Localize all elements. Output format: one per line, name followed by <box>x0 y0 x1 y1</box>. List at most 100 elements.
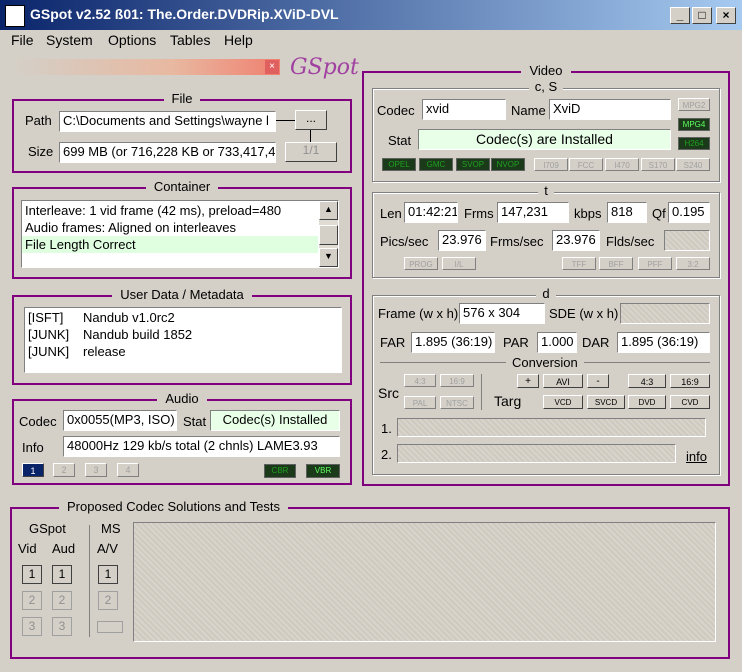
aud-test-2[interactable]: 2 <box>52 591 72 610</box>
info-link[interactable]: info <box>686 449 707 464</box>
gspot-col-label: GSpot <box>29 521 66 536</box>
targ-43-button[interactable]: 4:3 <box>628 374 666 388</box>
menu-system[interactable]: System <box>46 32 93 48</box>
metadata-value: Nandub v1.0rc2 <box>83 310 175 325</box>
container-frame-title: Container <box>145 179 219 194</box>
connector-line-v <box>310 130 311 142</box>
pff-indicator: PFF <box>638 257 672 270</box>
src-169-button[interactable]: 16:9 <box>440 374 474 387</box>
menu-options[interactable]: Options <box>108 32 156 48</box>
logo-strip <box>12 59 280 75</box>
column-divider <box>89 525 90 637</box>
video-name-label: Name <box>511 103 546 118</box>
size-field: 699 MB (or 716,228 KB or 733,417,47 <box>59 142 276 163</box>
targ-dvd-button[interactable]: DVD <box>628 395 666 409</box>
tff-indicator: TFF <box>562 257 596 270</box>
vid-test-2[interactable]: 2 <box>22 591 42 610</box>
vid-test-3[interactable]: 3 <box>22 617 42 636</box>
gspot-logo: GSpot <box>290 55 359 80</box>
cs-subframe-title: c, S <box>528 79 564 94</box>
path-field[interactable]: C:\Documents and Settings\wayne l <box>59 111 276 132</box>
av-test-2[interactable]: 2 <box>98 591 118 610</box>
conversion-line-1 <box>397 418 706 437</box>
targ-169-button[interactable]: 16:9 <box>670 374 710 388</box>
fmt-h264: H264 <box>678 137 710 150</box>
targ-vcd-button[interactable]: VCD <box>543 395 583 409</box>
fmt-mpg4: MPG4 <box>678 118 710 131</box>
audio-frame-title: Audio <box>157 391 207 406</box>
bff-indicator: BFF <box>599 257 633 270</box>
video-codec-field: xvid <box>422 99 506 120</box>
pics-sec-field: 23.976 <box>438 230 486 251</box>
scroll-up-icon[interactable]: ▲ <box>319 201 338 220</box>
prog-indicator: PROG <box>404 257 438 270</box>
aud-col-label: Aud <box>52 541 76 556</box>
menu-file[interactable]: File <box>11 32 34 48</box>
src-ntsc-button[interactable]: NTSC <box>440 396 474 409</box>
browse-button[interactable]: ... <box>295 110 327 130</box>
scrollbar[interactable]: ▲ ▼ <box>319 201 338 267</box>
audio-stat-field: Codec(s) Installed <box>210 410 340 431</box>
menu-tables[interactable]: Tables <box>170 32 210 48</box>
cbr-indicator: CBR <box>264 464 296 478</box>
targ-plus-button[interactable]: + <box>517 374 539 388</box>
scroll-down-icon[interactable]: ▼ <box>319 248 338 267</box>
sde-label: SDE (w x h) <box>549 306 619 321</box>
conversion-line-2-label: 2. <box>381 447 392 462</box>
av-test-1[interactable]: 1 <box>98 565 118 584</box>
audio-stream-1[interactable]: 1 <box>22 463 44 477</box>
audio-info-field: 48000Hz 129 kb/s total (2 chnls) LAME3.9… <box>63 436 340 457</box>
aud-test-1[interactable]: 1 <box>52 565 72 584</box>
targ-minus-button[interactable]: - <box>587 374 609 388</box>
close-button[interactable]: × <box>716 7 736 24</box>
maximize-button[interactable]: □ <box>692 7 712 24</box>
flag-nvop: NVOP <box>491 158 525 171</box>
container-list[interactable]: Interleave: 1 vid frame (42 ms), preload… <box>21 200 339 268</box>
video-stat-label: Stat <box>388 133 412 148</box>
src-pal-button[interactable]: PAL <box>404 396 436 409</box>
metadata-list[interactable]: [ISFT] Nandub v1.0rc2 [JUNK] Nandub buil… <box>24 307 342 373</box>
frame-size-label: Frame (w x h) <box>378 306 459 321</box>
dar-field: 1.895 (36:19) <box>617 332 710 353</box>
video-stat-field: Codec(s) are Installed <box>418 129 671 150</box>
dar-label: DAR <box>582 335 610 350</box>
targ-cvd-button[interactable]: CVD <box>670 395 710 409</box>
aud-test-3[interactable]: 3 <box>52 617 72 636</box>
audio-stream-2[interactable]: 2 <box>53 463 75 477</box>
av-col-label: A/V <box>97 541 118 556</box>
src-43-button[interactable]: 4:3 <box>404 374 436 387</box>
audio-codec-label: Codec <box>19 414 57 429</box>
title-bar[interactable]: GSpot v2.52 ß01: The.Order.DVDRip.XViD-D… <box>0 0 742 30</box>
spec-fcc: FCC <box>569 158 603 171</box>
metadata-tag: [JUNK] <box>28 327 70 342</box>
proposed-frame-title: Proposed Codec Solutions and Tests <box>59 499 288 514</box>
vid-test-1[interactable]: 1 <box>22 565 42 584</box>
audio-stat-label: Stat <box>183 414 207 429</box>
file-frame-title: File <box>163 91 201 106</box>
32-indicator: 3:2 <box>676 257 710 270</box>
spec-s170: S170 <box>641 158 675 171</box>
kbps-label: kbps <box>574 206 602 221</box>
metadata-value: Nandub build 1852 <box>83 327 193 342</box>
spec-s240: S240 <box>676 158 710 171</box>
d-subframe-title: d <box>536 286 556 301</box>
menu-help[interactable]: Help <box>224 32 253 48</box>
audio-stream-4[interactable]: 4 <box>117 463 139 477</box>
metadata-frame-title: User Data / Metadata <box>112 287 252 302</box>
logo-x-icon: × <box>265 60 279 74</box>
metadata-tag: [JUNK] <box>28 344 70 359</box>
app-icon <box>5 5 25 27</box>
targ-svcd-button[interactable]: SVCD <box>587 395 625 409</box>
spec-i709: I709 <box>534 158 568 171</box>
flag-gmc: GMC <box>419 158 453 171</box>
scroll-thumb[interactable] <box>319 225 338 245</box>
page-indicator[interactable]: 1/1 <box>285 142 337 162</box>
fmt-mpg2: MPG2 <box>678 98 710 111</box>
targ-avi-button[interactable]: AVI <box>543 374 583 388</box>
list-item: File Length Correct <box>22 236 318 253</box>
av-test-blank[interactable] <box>97 621 123 633</box>
flag-svop: SVOP <box>456 158 490 171</box>
minimize-button[interactable]: _ <box>670 7 690 24</box>
conversion-line-2 <box>397 444 676 463</box>
audio-stream-3[interactable]: 3 <box>85 463 107 477</box>
